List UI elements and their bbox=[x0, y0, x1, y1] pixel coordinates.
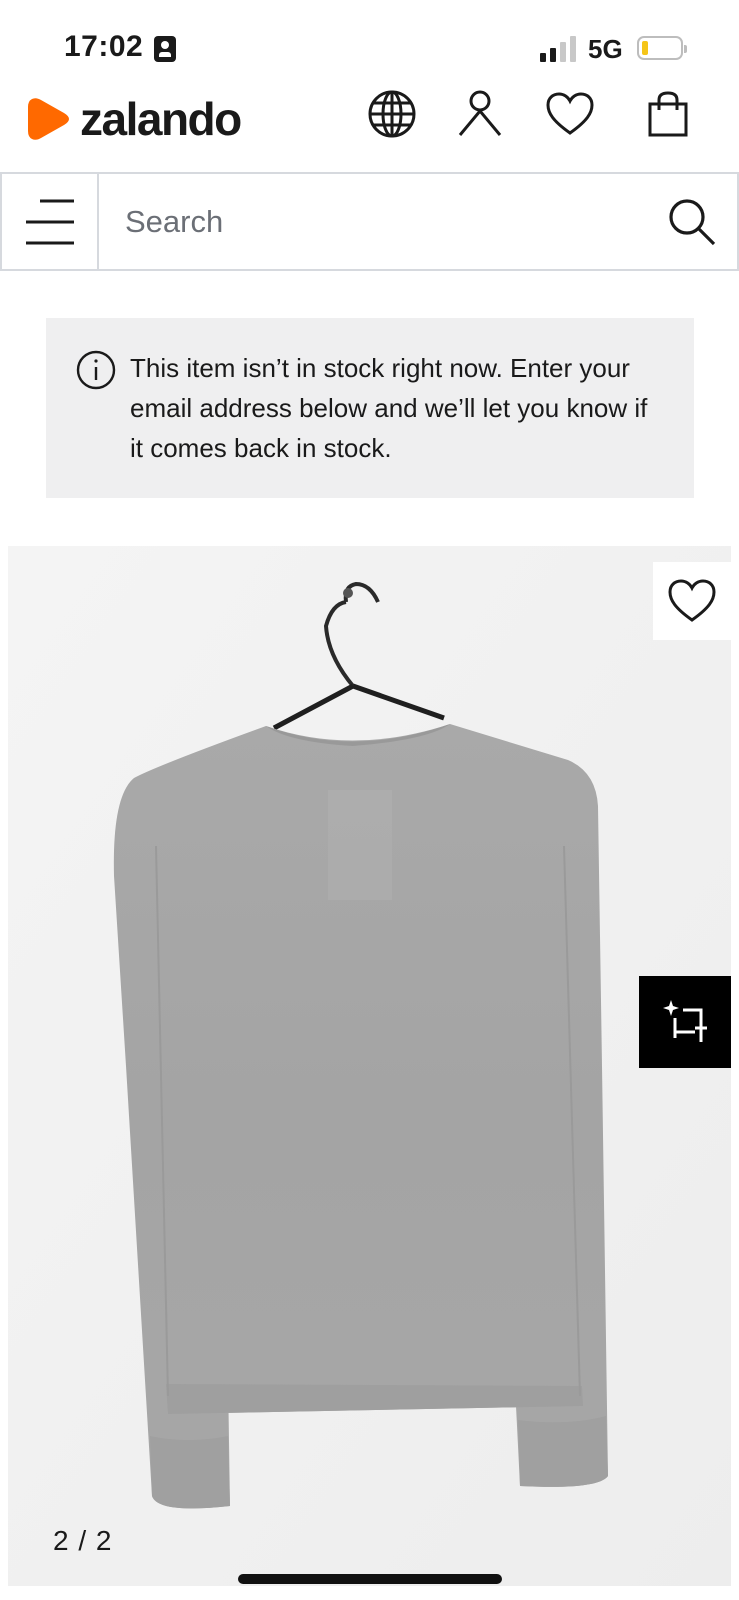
account-icon bbox=[458, 90, 502, 136]
id-badge-icon bbox=[154, 36, 176, 62]
site-header: zalando bbox=[0, 86, 739, 170]
signal-strength-icon bbox=[540, 36, 580, 62]
zalando-logo-icon bbox=[28, 98, 69, 140]
product-image[interactable]: 2 / 2 bbox=[8, 546, 731, 1586]
wishlist-button[interactable] bbox=[544, 88, 596, 140]
grey-sweater-image bbox=[8, 546, 731, 1586]
search-input[interactable] bbox=[99, 174, 647, 269]
globe-icon bbox=[368, 90, 416, 138]
sparkle-crop-icon bbox=[663, 1000, 707, 1042]
home-indicator[interactable] bbox=[238, 1574, 502, 1584]
info-icon bbox=[76, 350, 116, 390]
status-bar: 17:02 5G bbox=[0, 0, 739, 90]
network-type: 5G bbox=[588, 34, 623, 64]
similar-items-button[interactable] bbox=[639, 976, 731, 1068]
zalando-logo[interactable]: zalando bbox=[26, 92, 242, 146]
hamburger-menu-icon bbox=[25, 199, 74, 244]
bag-icon bbox=[648, 91, 688, 137]
menu-button[interactable] bbox=[2, 174, 99, 269]
notice-text: This item isn’t in stock right now. Ente… bbox=[130, 353, 648, 463]
account-button[interactable] bbox=[454, 88, 506, 140]
search-bar bbox=[0, 172, 739, 271]
search-icon bbox=[669, 198, 716, 245]
status-time: 17:02 bbox=[64, 30, 144, 63]
image-counter: 2 / 2 bbox=[53, 1525, 113, 1556]
heart-icon bbox=[668, 579, 716, 622]
brand-name: zalando bbox=[80, 93, 242, 145]
product-wishlist-button[interactable] bbox=[653, 562, 731, 640]
battery-icon bbox=[637, 36, 687, 60]
bag-button[interactable] bbox=[642, 88, 694, 140]
out-of-stock-notice: This item isn’t in stock right now. Ente… bbox=[46, 318, 694, 498]
search-button[interactable] bbox=[647, 174, 737, 269]
heart-icon bbox=[546, 92, 594, 135]
language-button[interactable] bbox=[366, 88, 418, 140]
